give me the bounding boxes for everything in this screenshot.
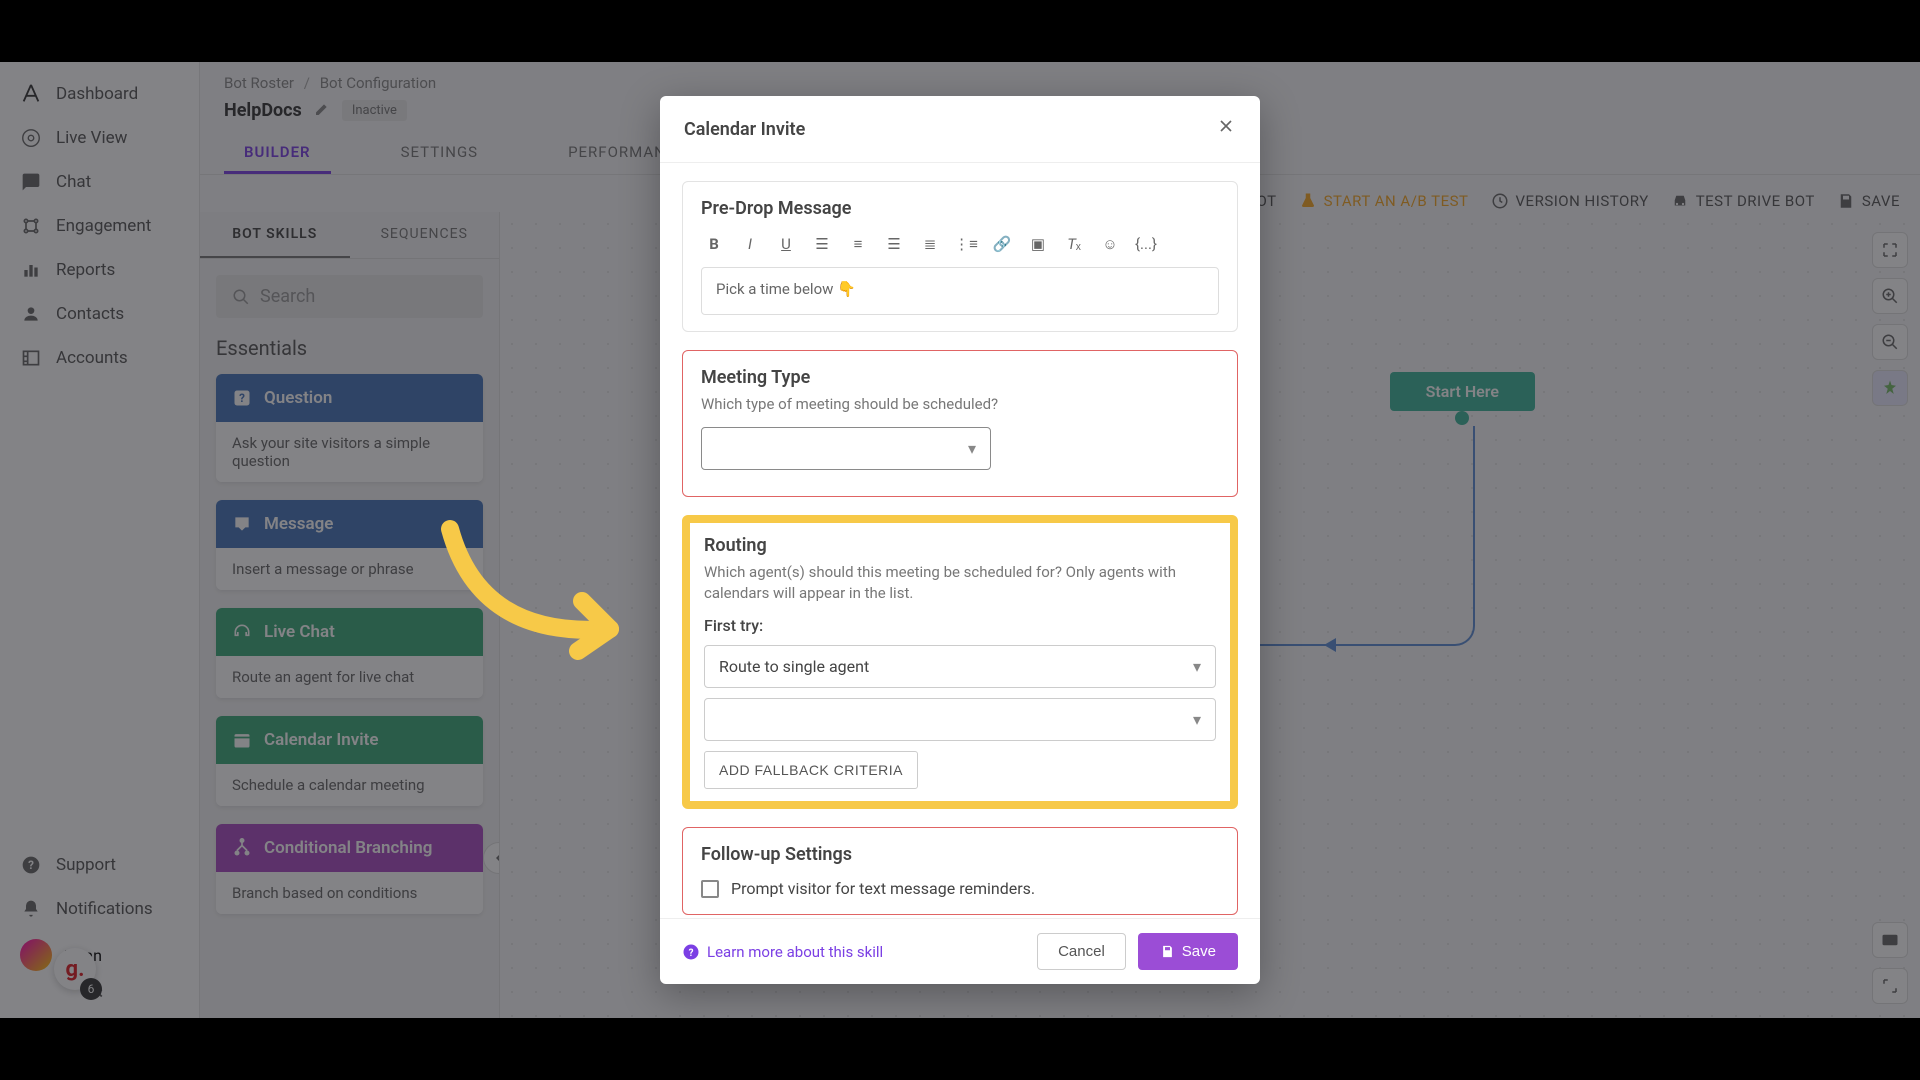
align-left-icon[interactable]: ☰ bbox=[809, 231, 835, 257]
meeting-type-select[interactable]: ▾ bbox=[701, 427, 991, 470]
card-meeting-type: Meeting Type Which type of meeting shoul… bbox=[682, 350, 1238, 497]
followup-checkbox[interactable] bbox=[701, 880, 719, 898]
bold-icon[interactable]: B bbox=[701, 231, 727, 257]
italic-icon[interactable]: I bbox=[737, 231, 763, 257]
list-ordered-icon[interactable]: ≣ bbox=[917, 231, 943, 257]
clear-format-icon[interactable]: Tₓ bbox=[1061, 231, 1087, 257]
route-agent-select[interactable]: ▾ bbox=[704, 698, 1216, 741]
modal-calendar-invite: Calendar Invite Pre-Drop Message B I U ☰… bbox=[660, 96, 1260, 984]
card-title: Meeting Type bbox=[701, 367, 1219, 388]
save-button[interactable]: Save bbox=[1138, 933, 1238, 970]
followup-checkbox-label: Prompt visitor for text message reminder… bbox=[731, 879, 1035, 898]
card-title: Pre-Drop Message bbox=[701, 198, 1219, 219]
card-predrop: Pre-Drop Message B I U ☰ ≡ ☰ ≣ ⋮≡ 🔗 ▣ Tₓ… bbox=[682, 181, 1238, 332]
add-fallback-button[interactable]: ADD FALLBACK CRITERIA bbox=[704, 751, 918, 789]
card-followup: Follow-up Settings Prompt visitor for te… bbox=[682, 827, 1238, 915]
richtext-toolbar: B I U ☰ ≡ ☰ ≣ ⋮≡ 🔗 ▣ Tₓ ☺ {...} bbox=[701, 225, 1219, 267]
card-sub: Which agent(s) should this meeting be sc… bbox=[704, 562, 1216, 604]
card-title: Follow-up Settings bbox=[701, 844, 1219, 865]
save-icon bbox=[1160, 944, 1175, 959]
cancel-button[interactable]: Cancel bbox=[1037, 933, 1126, 970]
image-icon[interactable]: ▣ bbox=[1025, 231, 1051, 257]
modal-title: Calendar Invite bbox=[684, 119, 805, 140]
card-sub: Which type of meeting should be schedule… bbox=[701, 394, 1219, 415]
route-method-select[interactable]: Route to single agent ▾ bbox=[704, 645, 1216, 688]
card-routing: Routing Which agent(s) should this meeti… bbox=[682, 515, 1238, 809]
first-try-label: First try: bbox=[704, 616, 1216, 635]
link-icon[interactable]: 🔗 bbox=[989, 231, 1015, 257]
align-center-icon[interactable]: ≡ bbox=[845, 231, 871, 257]
chevron-down-icon: ▾ bbox=[968, 439, 976, 458]
underline-icon[interactable]: U bbox=[773, 231, 799, 257]
emoji-icon[interactable]: ☺ bbox=[1097, 231, 1123, 257]
predrop-textarea[interactable]: Pick a time below 👇 bbox=[701, 267, 1219, 315]
chevron-down-icon: ▾ bbox=[1193, 710, 1201, 729]
chevron-down-icon: ▾ bbox=[1193, 657, 1201, 676]
svg-text:?: ? bbox=[689, 947, 694, 958]
list-unordered-icon[interactable]: ⋮≡ bbox=[953, 231, 979, 257]
modal-close-button[interactable] bbox=[1216, 116, 1236, 142]
variable-icon[interactable]: {...} bbox=[1133, 231, 1159, 257]
card-title: Routing bbox=[704, 535, 1216, 556]
learn-more-link[interactable]: ? Learn more about this skill bbox=[682, 943, 883, 961]
align-right-icon[interactable]: ☰ bbox=[881, 231, 907, 257]
help-icon: ? bbox=[682, 943, 700, 961]
